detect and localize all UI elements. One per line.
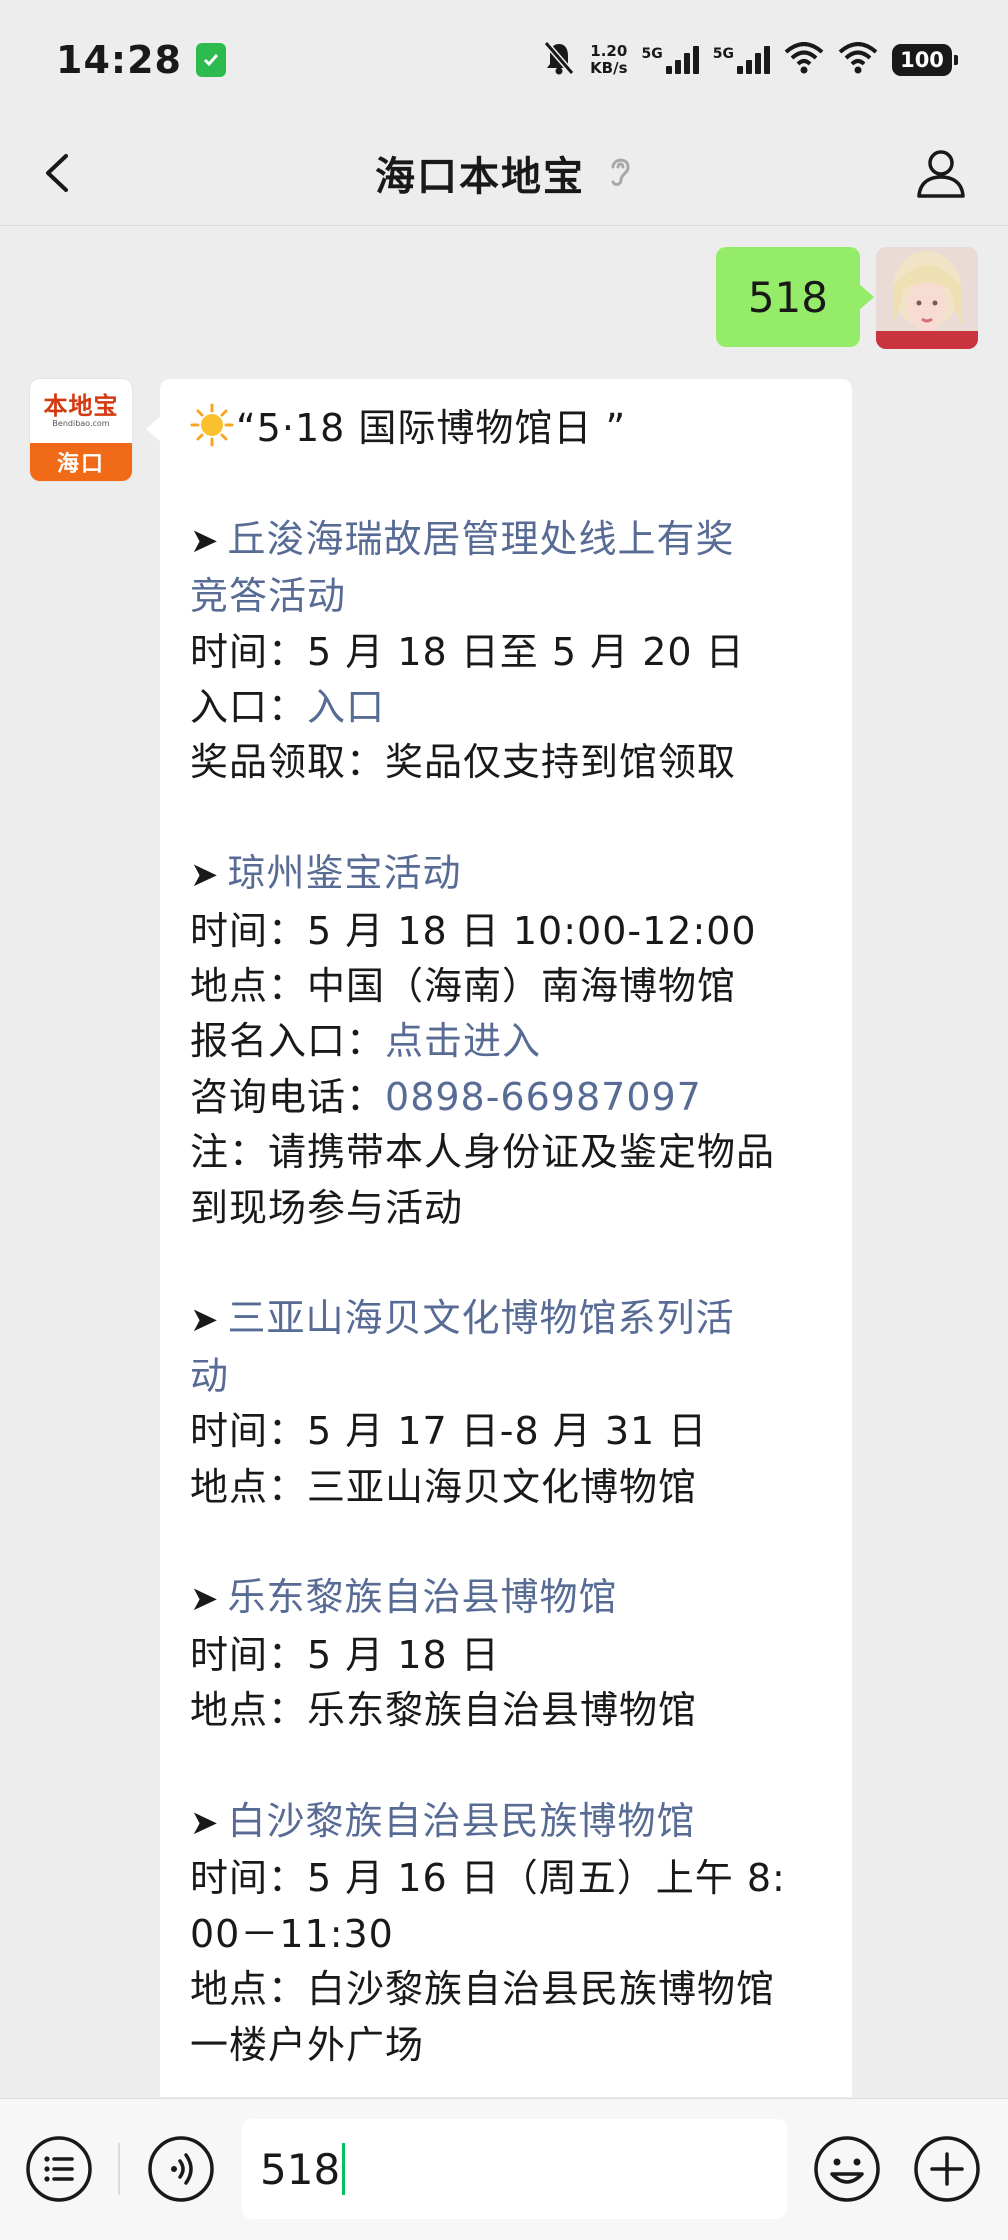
message-input-value: 518	[260, 2144, 341, 2194]
network-speed: 1.20 KB/s	[590, 43, 627, 77]
net-speed-value: 1.20	[590, 42, 628, 60]
event-2-note-cont: 到现场参与活动	[190, 1185, 464, 1230]
message-header-line: “5·18 国际博物馆日 ”	[190, 401, 822, 456]
app-notification-icon	[195, 43, 226, 77]
status-bar: 14:28 1.20 KB/s 5G 5G 100	[0, 0, 1008, 120]
net-speed-unit: KB/s	[590, 59, 628, 77]
event-link-5[interactable]: 白沙黎族自治县民族博物馆	[228, 1799, 696, 1843]
arrow-bullet-icon: ➤	[190, 520, 220, 561]
time-label: 时间：	[190, 1409, 308, 1454]
chat-title: 海口本地宝	[375, 153, 585, 200]
place-value: 乐东黎族自治县博物馆	[307, 1688, 698, 1733]
my-avatar[interactable]	[876, 247, 978, 349]
event-5-place-cont: 一楼户外广场	[190, 2022, 425, 2067]
event-1-time: 时间：5 月 18 日至 5 月 20 日	[190, 625, 822, 680]
battery-level: 100	[900, 48, 944, 72]
official-account-avatar[interactable]: 本地宝 Bendibao.com 海口	[30, 379, 132, 481]
place-label: 地点：	[190, 964, 308, 1009]
place-value: 中国（海南）南海博物馆	[307, 964, 737, 1009]
time-label: 时间：	[190, 1632, 308, 1677]
event-title-3: ➤ 三亚山海贝文化博物馆系列活	[190, 1291, 822, 1348]
text-caret	[342, 2143, 346, 2195]
place-label: 地点：	[190, 1688, 308, 1733]
message-input[interactable]: 518	[242, 2119, 787, 2219]
sun-emoji-icon	[190, 403, 234, 447]
arrow-bullet-icon: ➤	[190, 855, 220, 896]
event-3-place: 地点：三亚山海贝文化博物馆	[190, 1460, 822, 1515]
sim1-signal-icon: 5G	[642, 46, 699, 74]
message-header: “5·18 国际博物馆日 ”	[236, 406, 627, 450]
phone-link[interactable]: 0898-66987097	[385, 1075, 702, 1119]
sim2-signal-icon: 5G	[713, 46, 770, 74]
event-5-place: 地点：白沙黎族自治县民族博物馆	[190, 1967, 776, 2012]
status-time: 14:28	[56, 38, 182, 82]
back-arrow-icon[interactable]	[36, 150, 82, 196]
event-3-time: 时间：5 月 17 日-8 月 31 日	[190, 1404, 822, 1459]
arrow-bullet-icon: ➤	[190, 1803, 220, 1844]
time-value: 5 月 18 日至 5 月 20 日	[307, 629, 745, 674]
time-label: 时间：	[190, 908, 308, 953]
signup-link[interactable]: 点击进入	[385, 1019, 541, 1063]
wifi-icon	[784, 42, 824, 78]
arrow-bullet-icon: ➤	[190, 1300, 220, 1341]
plus-icon[interactable]	[912, 2134, 982, 2204]
event-link-1-cont[interactable]: 竞答活动	[190, 569, 822, 624]
ear-mode-icon	[607, 153, 633, 193]
event-title-1: ➤ 丘浚海瑞故居管理处线上有奖	[190, 512, 822, 569]
event-title-5: ➤ 白沙黎族自治县民族博物馆	[190, 1794, 822, 1851]
event-1-prize: 奖品领取：奖品仅支持到馆领取	[190, 735, 822, 790]
battery-icon: 100	[892, 44, 958, 76]
menu-list-icon[interactable]	[24, 2134, 94, 2204]
time-value: 5 月 17 日-8 月 31 日	[307, 1409, 708, 1454]
reply-message-bubble[interactable]: “5·18 国际博物馆日 ” ➤ 丘浚海瑞故居管理处线上有奖 竞答活动 时间：5 …	[146, 379, 852, 2097]
event-link-4[interactable]: 乐东黎族自治县博物馆	[228, 1575, 618, 1619]
place-label: 地点：	[190, 1464, 308, 1509]
entry-link[interactable]: 入口	[307, 685, 385, 729]
input-toolbar: 518	[0, 2098, 1008, 2240]
event-4-place: 地点：乐东黎族自治县博物馆	[190, 1683, 822, 1738]
event-2-place: 地点：中国（海南）南海博物馆	[190, 959, 822, 1014]
my-message-text: 518	[747, 272, 828, 322]
signup-label: 报名入口：	[190, 1019, 386, 1064]
my-message-bubble[interactable]: 518	[715, 247, 875, 347]
event-2-time: 时间：5 月 18 日 10:00-12:00	[190, 904, 822, 959]
chat-info-person-icon[interactable]	[912, 144, 970, 202]
event-link-1[interactable]: 丘浚海瑞故居管理处线上有奖	[228, 517, 735, 561]
event-2-note: 注：请携带本人身份证及鉴定物品	[190, 1130, 776, 1175]
arrow-bullet-icon: ➤	[190, 1579, 220, 1620]
sim2-label: 5G	[712, 46, 734, 62]
event-4-time: 时间：5 月 18 日	[190, 1628, 822, 1683]
event-5-time-cont: 00－11:30	[190, 1911, 394, 1956]
event-5-time: 时间：5 月 16 日（周五）上午 8:	[190, 1856, 786, 1901]
event-title-4: ➤ 乐东黎族自治县博物馆	[190, 1570, 822, 1627]
event-2-signup: 报名入口：点击进入	[190, 1014, 822, 1069]
event-link-3[interactable]: 三亚山海贝文化博物馆系列活	[228, 1296, 735, 1340]
event-2-phone: 咨询电话：0898-66987097	[190, 1070, 822, 1125]
avatar-brand-text: 本地宝	[43, 392, 119, 420]
toolbar-divider	[118, 2143, 120, 2195]
avatar-brand-url: Bendibao.com	[52, 419, 110, 428]
chat-header: 海口本地宝	[0, 120, 1008, 226]
prize-value: 奖品仅支持到馆领取	[385, 740, 737, 785]
phone-label: 咨询电话：	[190, 1074, 386, 1119]
voice-icon[interactable]	[146, 2134, 216, 2204]
message-list[interactable]: 518 本地宝 Bendibao.com 海口 “5·18 国际博物馆日 ” ➤…	[0, 227, 1008, 2097]
entry-label: 入口：	[190, 685, 308, 730]
place-value: 三亚山海贝文化博物馆	[307, 1464, 698, 1509]
event-1-entry: 入口：入口	[190, 680, 822, 735]
event-link-2[interactable]: 琼州鉴宝活动	[228, 851, 462, 895]
wifi-icon-secondary	[838, 42, 878, 78]
time-label: 时间：	[190, 629, 308, 674]
event-link-3-cont[interactable]: 动	[190, 1349, 822, 1404]
avatar-city-label: 海口	[30, 443, 132, 481]
event-title-2: ➤ 琼州鉴宝活动	[190, 846, 822, 903]
emoji-icon[interactable]	[812, 2134, 882, 2204]
mute-bell-icon	[542, 40, 576, 80]
sim1-label: 5G	[641, 46, 663, 62]
prize-label: 奖品领取：	[190, 740, 386, 785]
time-value: 5 月 18 日 10:00-12:00	[307, 908, 757, 953]
time-value: 5 月 18 日	[307, 1632, 500, 1677]
